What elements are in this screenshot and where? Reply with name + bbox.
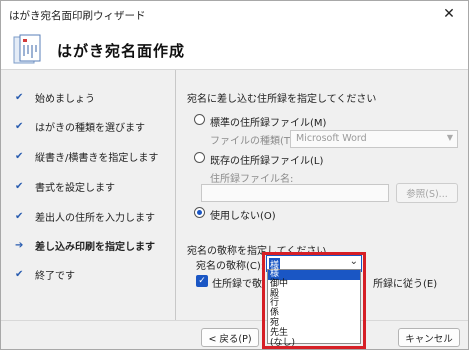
arrow-right-icon: ➔ [15,239,24,251]
no-address-label[interactable]: 使用しない(O) [210,207,276,222]
step-start: ✔ 始めましょう [15,89,95,105]
step-label: 終了です [35,270,75,282]
step-card-type: ✔ はがきの種類を選びます [15,118,145,134]
step-label: 差し込み印刷を指定します [35,241,155,253]
step-finish: ✔ 終了です [15,266,75,282]
chevron-down-icon: ▼ [446,133,453,142]
no-address-radio[interactable] [194,207,205,218]
cancel-button[interactable]: キャンセル [398,328,460,347]
honorific-label: 宛名の敬称(C): [196,261,265,272]
wizard-window: はがき宛名面印刷ウィザード ✕ はがき宛名面作成 ✔ 始めましょう ✔ はがきの… [0,0,469,350]
wizard-footer: < 戻る(P) キャンセル [1,320,468,349]
checkmark-icon: ✔ [15,210,24,222]
step-label: 縦書き/横書きを指定します [35,152,159,164]
file-type-value: Microsoft Word [296,133,367,144]
step-label: 書式を設定します [35,182,115,194]
wizard-header: はがき宛名面作成 [1,28,468,70]
checkbox-label-right[interactable]: 所録に従う(E) [373,275,437,290]
file-type-select[interactable]: Microsoft Word ▼ [290,130,458,148]
title-bar: はがき宛名面印刷ウィザード ✕ [1,1,468,28]
window-title: はがき宛名面印刷ウィザード [9,10,146,22]
checkmark-icon: ✔ [15,150,24,162]
address-source-heading: 宛名に差し込む住所録を指定してください [187,94,377,105]
close-icon: ✕ [443,6,455,22]
back-button[interactable]: < 戻る(P) [201,328,259,347]
step-sender: ✔ 差出人の住所を入力します [15,208,155,224]
step-merge-current: ➔ 差し込み印刷を指定します [15,237,155,253]
step-orientation: ✔ 縦書き/横書きを指定します [15,148,158,164]
existing-address-radio[interactable] [194,152,205,163]
step-format: ✔ 書式を設定します [15,178,115,194]
postcard-icon [13,34,41,64]
file-type-label: ファイルの種類(T): [210,136,298,147]
step-label: 始めましょう [35,93,95,105]
checkmark-icon: ✓ [198,276,206,286]
address-file-label: 住所録ファイル名: [210,174,294,185]
browse-button[interactable]: 参照(S)... [396,183,458,203]
checkmark-icon: ✔ [15,268,24,280]
checkmark-icon: ✔ [15,120,24,132]
step-label: はがきの種類を選びます [35,122,145,134]
address-file-input[interactable] [201,184,389,202]
checkmark-icon: ✔ [15,91,24,103]
step-label: 差出人の住所を入力します [35,212,155,224]
page-title: はがき宛名面作成 [57,42,186,60]
checkmark-icon: ✔ [15,180,24,192]
checkbox-label-left[interactable]: 住所録で敬 [212,275,262,290]
highlight-box [262,252,366,349]
existing-address-label[interactable]: 既存の住所録ファイル(L) [210,152,323,167]
close-button[interactable]: ✕ [436,3,462,25]
wizard-steps-sidebar: ✔ 始めましょう ✔ はがきの種類を選びます ✔ 縦書き/横書きを指定します ✔… [1,70,176,320]
use-address-honorific-checkbox[interactable]: ✓ [196,275,208,287]
standard-address-radio[interactable] [194,114,205,125]
standard-address-label[interactable]: 標準の住所録ファイル(M) [210,114,326,129]
